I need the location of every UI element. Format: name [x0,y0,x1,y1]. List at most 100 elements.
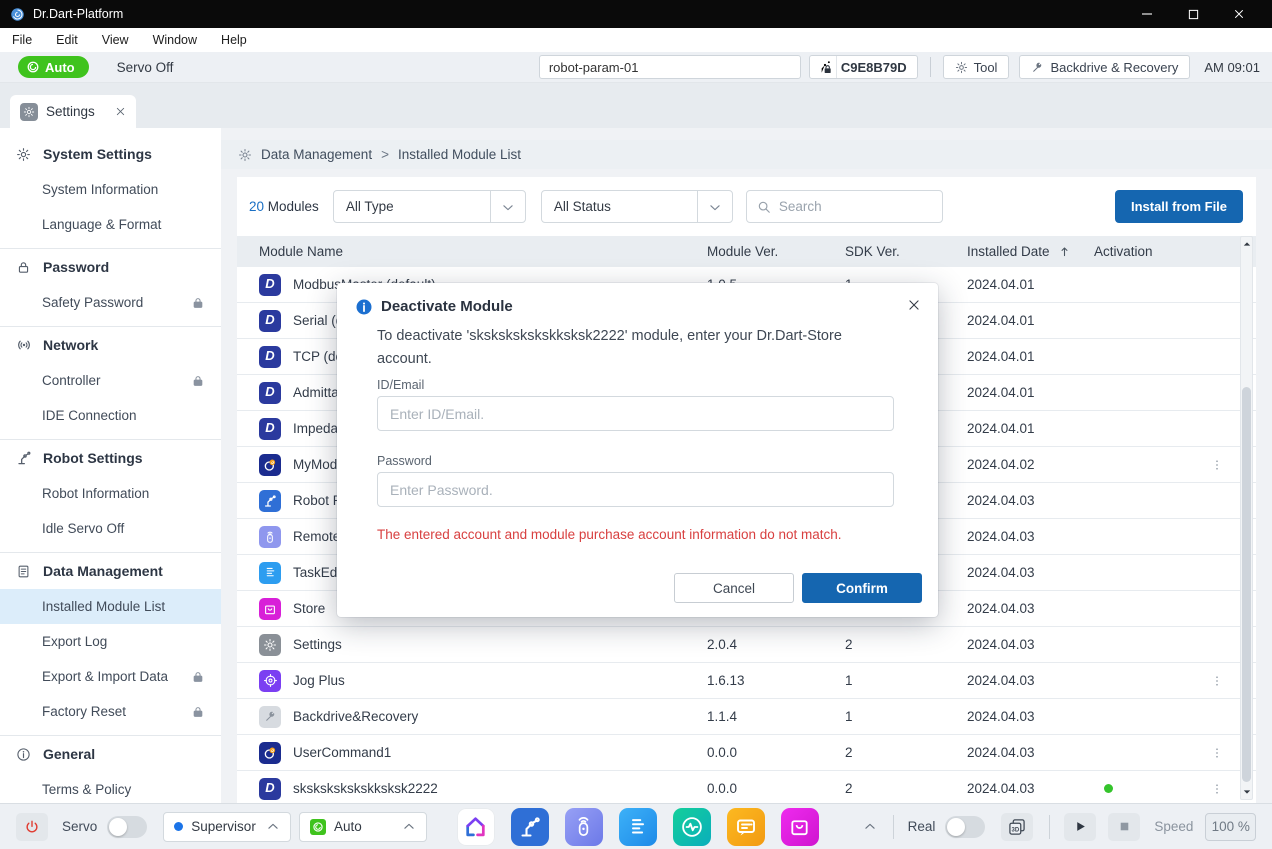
settings-sidebar: System SettingsSystem InformationLanguag… [0,128,221,803]
module-ver: 1.6.13 [707,673,845,688]
robot-param-input[interactable] [539,55,801,79]
module-count: 20 Modules [249,199,319,214]
power-button[interactable] [16,813,48,841]
menu-view[interactable]: View [102,33,129,47]
kebab-menu-icon[interactable] [1210,781,1224,797]
filter-row: 20 Modules All Type All Status Install f… [237,177,1256,236]
deactivate-module-dialog: Deactivate Module To deactivate 'sksksks… [337,283,938,617]
dock-app-task-editor[interactable] [619,808,657,846]
id-email-label: ID/Email [377,378,424,392]
dock-app-store[interactable] [781,808,819,846]
module-row-skskskskskskksksk2222[interactable]: Dskskskskskskksksk22220.0.022024.04.03 [237,771,1256,803]
tab-settings[interactable]: Settings [10,95,136,128]
info-icon [16,747,32,762]
robot-serial-chip[interactable]: C9E8B79D [809,55,918,79]
sidebar-item-ide-connection[interactable]: IDE Connection [0,398,221,433]
dock-app-robot-params[interactable] [511,808,549,846]
sidebar-item-factory-reset[interactable]: Factory Reset [0,694,221,729]
vertical-scrollbar[interactable] [1240,236,1253,800]
app-logo-icon [10,7,25,22]
toolbar: Auto Servo Off C9E8B79D Tool Backdrive &… [0,52,1272,83]
backdrive-recovery-button[interactable]: Backdrive & Recovery [1019,55,1190,79]
tool-button[interactable]: Tool [943,55,1010,79]
kebab-menu-icon[interactable] [1210,673,1224,689]
auto-mode-icon [26,60,40,74]
play-icon [1074,820,1087,833]
id-email-field[interactable] [377,396,894,431]
installed-date: 2024.04.01 [967,349,1094,364]
user-role-select[interactable]: Supervisor [163,812,291,842]
mode-select[interactable]: Auto [299,812,427,842]
dock-app-remote-control[interactable] [565,808,603,846]
tab-close-icon[interactable] [115,106,126,117]
3d-icon: 3D [1007,817,1027,837]
sidebar-item-language-format[interactable]: Language & Format [0,207,221,242]
sidebar-item-system-information[interactable]: System Information [0,172,221,207]
kebab-menu-icon[interactable] [1210,745,1224,761]
status-filter-select[interactable]: All Status [541,190,733,223]
scroll-down-arrow-icon[interactable] [1241,785,1252,799]
menu-edit[interactable]: Edit [56,33,78,47]
module-row-jog-plus[interactable]: Jog Plus1.6.1312024.04.03 [237,663,1256,699]
3d-view-button[interactable]: 3D [1001,813,1033,841]
module-row-settings[interactable]: Settings2.0.422024.04.03 [237,627,1256,663]
dock-app-monitoring[interactable] [673,808,711,846]
sdk-ver: 1 [845,673,967,688]
password-field[interactable] [377,472,894,507]
module-icon [259,634,281,656]
sidebar-item-idle-servo-off[interactable]: Idle Servo Off [0,511,221,546]
sidebar-item-robot-information[interactable]: Robot Information [0,476,221,511]
module-row-backdrive-recovery[interactable]: Backdrive&Recovery1.1.412024.04.03 [237,699,1256,735]
scrollbar-thumb[interactable] [1242,387,1251,782]
sidebar-section-system-settings[interactable]: System Settings [0,136,221,172]
speed-value[interactable]: 100 % [1205,813,1256,841]
col-installed-date[interactable]: Installed Date [967,244,1094,259]
installed-date: 2024.04.03 [967,601,1094,616]
cancel-button[interactable]: Cancel [674,573,794,603]
install-from-file-button[interactable]: Install from File [1115,190,1243,223]
power-icon [24,819,40,835]
kebab-menu-icon[interactable] [1210,457,1224,473]
dock-app-home[interactable] [457,808,495,846]
breadcrumb-page: Installed Module List [398,147,521,162]
role-status-dot [174,822,183,831]
menu-file[interactable]: File [12,33,32,47]
sidebar-item-export-import-data[interactable]: Export & Import Data [0,659,221,694]
dock-expand-icon[interactable] [863,820,877,834]
sidebar-section-data-management[interactable]: Data Management [0,553,221,589]
dialog-close-icon[interactable] [907,298,921,312]
close-button[interactable] [1216,0,1262,28]
module-row-usercommand1[interactable]: UserCommand10.0.022024.04.03 [237,735,1256,771]
sidebar-item-safety-password[interactable]: Safety Password [0,285,221,320]
confirm-button[interactable]: Confirm [802,573,922,603]
module-name: Store [293,601,325,616]
sidebar-item-installed-module-list[interactable]: Installed Module List [0,589,221,624]
type-filter-select[interactable]: All Type [333,190,526,223]
search-input[interactable] [779,199,932,214]
servo-status-text: Servo Off [117,60,174,75]
auto-mode-badge[interactable]: Auto [18,56,89,78]
real-sim-toggle[interactable] [945,816,985,838]
module-icon: D [259,274,281,296]
scroll-up-arrow-icon[interactable] [1241,237,1252,251]
servo-toggle[interactable] [107,816,147,838]
minimize-button[interactable] [1124,0,1170,28]
sidebar-section-robot-settings[interactable]: Robot Settings [0,440,221,476]
sidebar-section-general[interactable]: General [0,736,221,772]
module-icon: D [259,778,281,800]
stop-button[interactable] [1108,813,1140,841]
sidebar-item-export-log[interactable]: Export Log [0,624,221,659]
menu-window[interactable]: Window [153,33,197,47]
dock-app-message[interactable] [727,808,765,846]
menu-help[interactable]: Help [221,33,247,47]
sidebar-item-terms-policy[interactable]: Terms & Policy [0,772,221,803]
sidebar-section-network[interactable]: Network [0,327,221,363]
sidebar-item-controller[interactable]: Controller [0,363,221,398]
module-icon [259,598,281,620]
installed-date: 2024.04.03 [967,637,1094,652]
play-button[interactable] [1064,813,1096,841]
search-box[interactable] [746,190,943,223]
sidebar-section-password[interactable]: Password [0,249,221,285]
maximize-button[interactable] [1170,0,1216,28]
sdk-ver: 1 [845,709,967,724]
